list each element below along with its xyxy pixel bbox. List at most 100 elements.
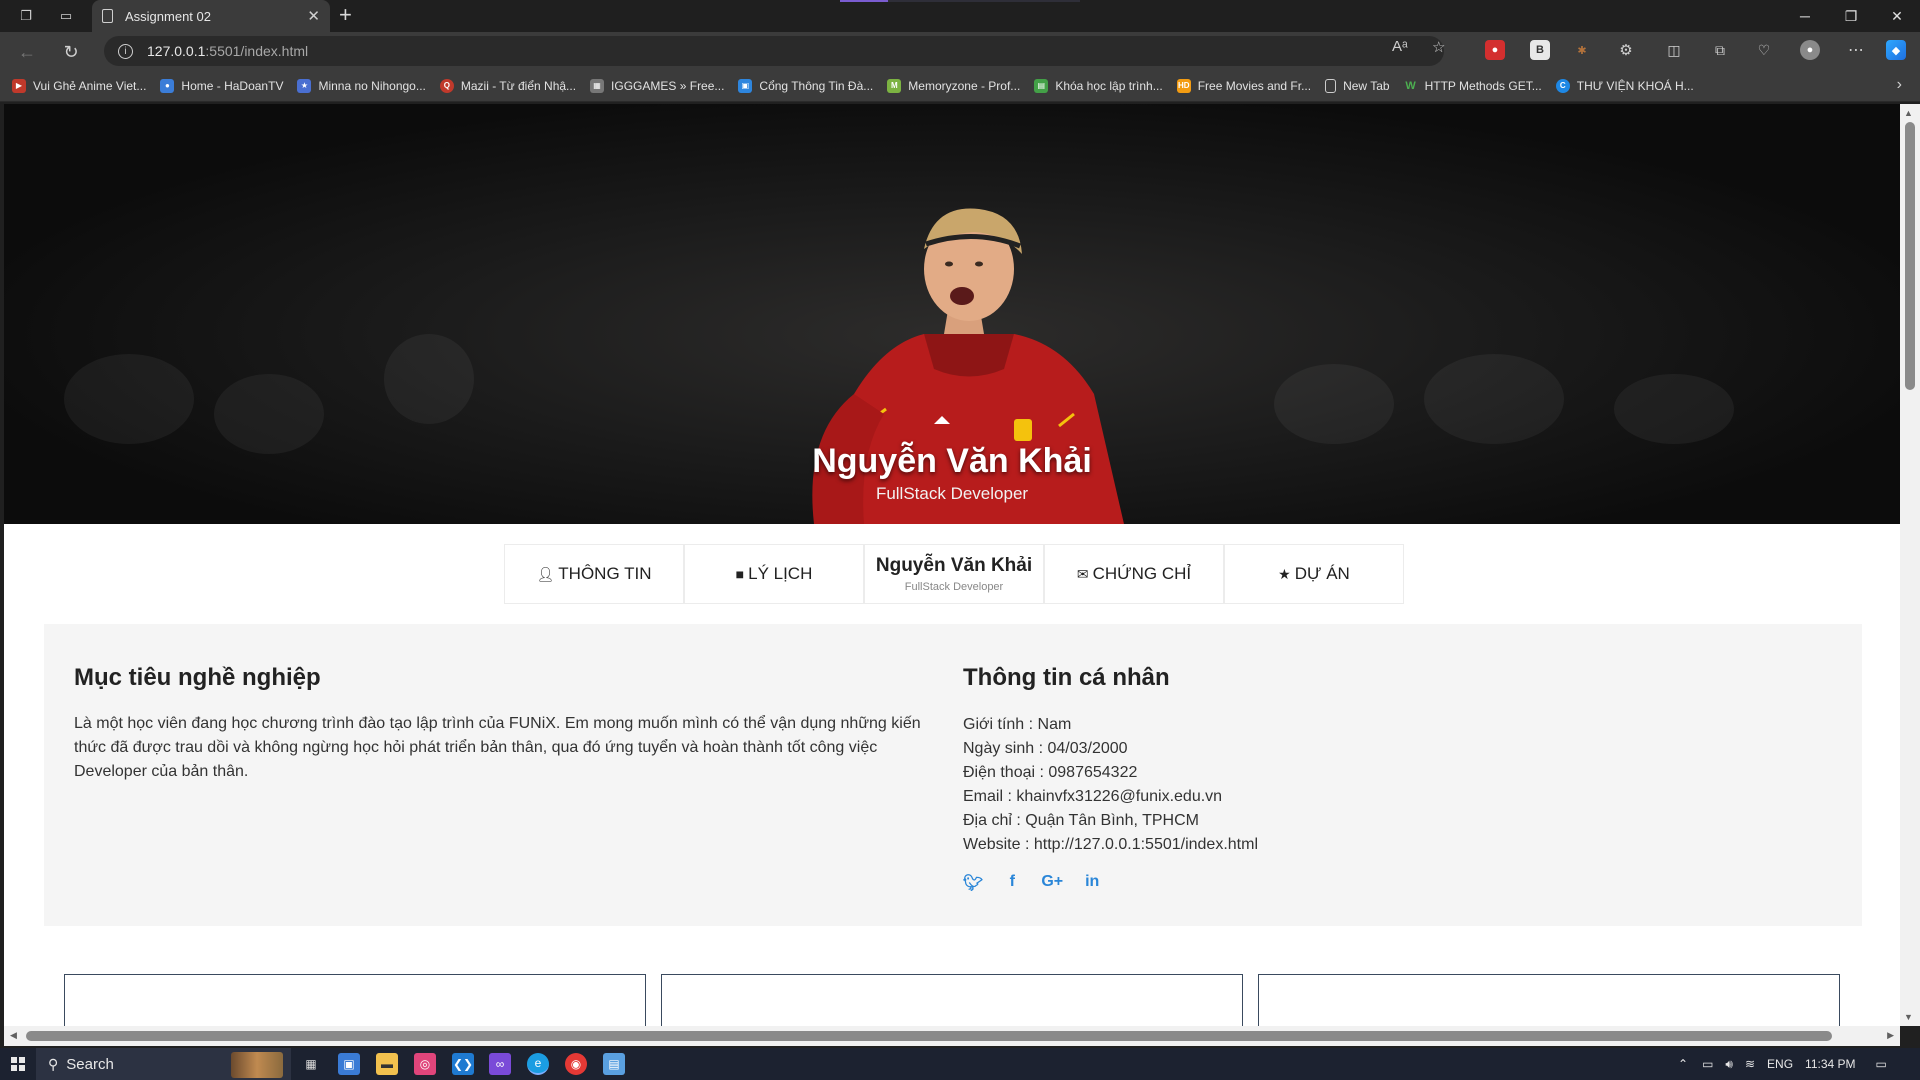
read-aloud-icon[interactable]: Aᵃ: [1392, 38, 1408, 55]
extension-b-icon[interactable]: B: [1530, 40, 1550, 60]
linkedin-icon[interactable]: in: [1085, 873, 1099, 893]
tv-icon: ●: [160, 78, 175, 93]
minimize-button[interactable]: ─: [1782, 0, 1828, 32]
info-email: Email : khainvfx31226@funix.edu.vn: [963, 788, 1223, 805]
url-path: :5501/index.html: [205, 43, 309, 59]
address-bar[interactable]: i 127.0.0.1:5501/index.html: [104, 36, 1444, 66]
menu-item-info[interactable]: 👤︎ THÔNG TIN: [504, 544, 684, 604]
restore-button[interactable]: ❐: [1828, 0, 1874, 32]
bookmark-item[interactable]: M Memoryzone - Prof...: [887, 78, 1020, 93]
tab-assignment-02[interactable]: Assignment 02 ✕: [92, 0, 330, 32]
scroll-right-icon[interactable]: ▶: [1887, 1030, 1894, 1041]
clock[interactable]: 11:34 PM: [1805, 1057, 1855, 1071]
bookmark-item[interactable]: C THƯ VIỆN KHOÁ H...: [1555, 78, 1694, 93]
notepad-icon[interactable]: ▤: [603, 1053, 625, 1075]
close-tab-icon[interactable]: ✕: [307, 7, 320, 25]
envelope-icon: ✉: [1076, 565, 1089, 582]
scroll-up-icon[interactable]: ▲: [1904, 108, 1913, 118]
workspaces-icon[interactable]: ❐: [16, 6, 36, 26]
info-website: Website : http://127.0.0.1:5501/index.ht…: [963, 836, 1258, 853]
bookmark-item[interactable]: ★ Minna no Nihongo...: [297, 78, 426, 93]
notifications-icon[interactable]: ▭: [1876, 1057, 1887, 1071]
file-explorer-icon[interactable]: ▬: [376, 1053, 398, 1075]
project-card: [661, 974, 1243, 1026]
bookmark-label: Minna no Nihongo...: [318, 78, 426, 93]
bookmark-item[interactable]: ▣ Cổng Thông Tin Đà...: [738, 78, 874, 93]
memory-icon: M: [887, 78, 902, 93]
back-button[interactable]: ←: [16, 41, 38, 63]
browser-essentials-icon[interactable]: ♡: [1754, 40, 1774, 60]
menu-item-label: DỰ ÁN: [1294, 564, 1350, 583]
volume-icon[interactable]: 🔊︎: [1725, 1057, 1733, 1072]
menu-brand-name: Nguyễn Văn Khải: [875, 555, 1033, 576]
extension-figure-icon[interactable]: ✱: [1572, 40, 1592, 60]
vertical-scrollbar[interactable]: ▲ ▼: [1900, 104, 1920, 1026]
google-plus-icon[interactable]: G+: [1041, 873, 1063, 893]
scroll-left-icon[interactable]: ◀: [10, 1030, 17, 1041]
bookmark-item[interactable]: W HTTP Methods GET...: [1404, 79, 1541, 93]
bookmark-label: Cổng Thông Tin Đà...: [759, 78, 874, 93]
vscode-icon[interactable]: ❮❯: [452, 1053, 474, 1075]
chevron-right-icon[interactable]: ›: [1897, 76, 1902, 94]
page-icon: [1325, 78, 1337, 93]
user-icon: 👤︎: [536, 565, 555, 582]
bookmark-item[interactable]: ▤ Khóa học lập trình...: [1034, 78, 1163, 93]
collections-icon[interactable]: ⧉: [1710, 40, 1730, 60]
page-viewport: Nguyễn Văn Khải FullStack Developer 👤︎ T…: [4, 104, 1900, 1026]
horizontal-scroll-thumb[interactable]: [26, 1031, 1832, 1041]
edge-icon[interactable]: e: [527, 1053, 549, 1075]
windows-start-icon[interactable]: [11, 1057, 25, 1071]
menu-center-brand[interactable]: Nguyễn Văn Khải FullStack Developer: [864, 544, 1044, 604]
menu-item-projects[interactable]: ★ DỰ ÁN: [1224, 544, 1404, 604]
copilot-icon[interactable]: ◆: [1886, 40, 1906, 60]
task-view-icon[interactable]: ▦: [300, 1053, 322, 1075]
wifi-icon[interactable]: ≋: [1745, 1057, 1755, 1071]
library-icon: C: [1555, 78, 1570, 93]
extension-red-icon[interactable]: ●: [1485, 40, 1505, 60]
menu-item-certificates[interactable]: ✉ CHỨNG CHỈ: [1044, 544, 1224, 604]
tab-actions-icon[interactable]: ▭: [56, 6, 76, 26]
facebook-icon[interactable]: f: [1005, 873, 1019, 893]
favorite-star-icon[interactable]: ☆: [1432, 38, 1445, 56]
site-info-icon[interactable]: i: [118, 43, 133, 59]
chrome-icon[interactable]: ◉: [565, 1053, 587, 1075]
instagram-icon[interactable]: ◎: [414, 1053, 436, 1075]
info-phone: Điện thoại : 0987654322: [963, 764, 1138, 781]
menu-item-label: THÔNG TIN: [558, 564, 652, 583]
bookmark-item[interactable]: ▦ IGGGAMES » Free...: [590, 78, 724, 93]
more-menu-icon[interactable]: ⋯: [1846, 40, 1866, 60]
new-tab-button[interactable]: +: [339, 4, 352, 26]
refresh-button[interactable]: ↻: [60, 41, 82, 63]
extensions-puzzle-icon[interactable]: ⚙: [1616, 40, 1636, 60]
info-dob: Ngày sinh : 04/03/2000: [963, 740, 1128, 757]
personal-info-list: Giới tính : Nam Ngày sinh : 04/03/2000 Đ…: [963, 713, 1663, 857]
horizontal-scrollbar[interactable]: ◀ ▶: [4, 1026, 1900, 1046]
vertical-scroll-thumb[interactable]: [1905, 122, 1915, 390]
scroll-down-icon[interactable]: ▼: [1904, 1012, 1913, 1022]
bookmark-label: New Tab: [1343, 78, 1390, 93]
window-accent-strip: [840, 0, 1080, 2]
menu-brand-subtitle: FullStack Developer: [904, 581, 1004, 593]
bookmark-item[interactable]: Q Mazii - Từ điển Nhậ...: [439, 78, 577, 93]
bookmark-item[interactable]: ▶ Vui Ghẻ Anime Viet...: [12, 78, 146, 93]
twitter-icon[interactable]: 🐦︎: [963, 873, 983, 893]
dictionary-icon: Q: [439, 78, 454, 93]
chevron-up-icon[interactable]: ⌃: [1678, 1057, 1688, 1071]
language-indicator[interactable]: ENG: [1767, 1057, 1793, 1071]
bookmark-item[interactable]: ● Home - HaDoanTV: [160, 78, 283, 93]
visual-studio-icon[interactable]: ∞: [489, 1053, 511, 1075]
split-screen-icon[interactable]: ◫: [1664, 40, 1684, 60]
bookmark-label: Mazii - Từ điển Nhậ...: [460, 78, 577, 93]
taskbar-search[interactable]: ⚲ Search: [36, 1048, 291, 1080]
profile-avatar[interactable]: ●: [1800, 40, 1820, 60]
bookmark-item[interactable]: HD Free Movies and Fr...: [1176, 78, 1311, 93]
menu-item-resume[interactable]: ■ LÝ LỊCH: [684, 544, 864, 604]
store-icon[interactable]: ▣: [338, 1053, 360, 1075]
career-objective: Mục tiêu nghề nghiệp Là một học viên đan…: [74, 664, 934, 784]
hero-subtitle: FullStack Developer: [875, 484, 1029, 503]
bookmark-item[interactable]: New Tab: [1325, 78, 1390, 93]
section-menu: 👤︎ THÔNG TIN ■ LÝ LỊCH Nguyễn Văn Khải F…: [504, 544, 1404, 604]
battery-icon[interactable]: ▭: [1702, 1057, 1713, 1071]
search-icon: ⚲: [48, 1055, 59, 1072]
close-window-button[interactable]: ✕: [1874, 0, 1920, 32]
